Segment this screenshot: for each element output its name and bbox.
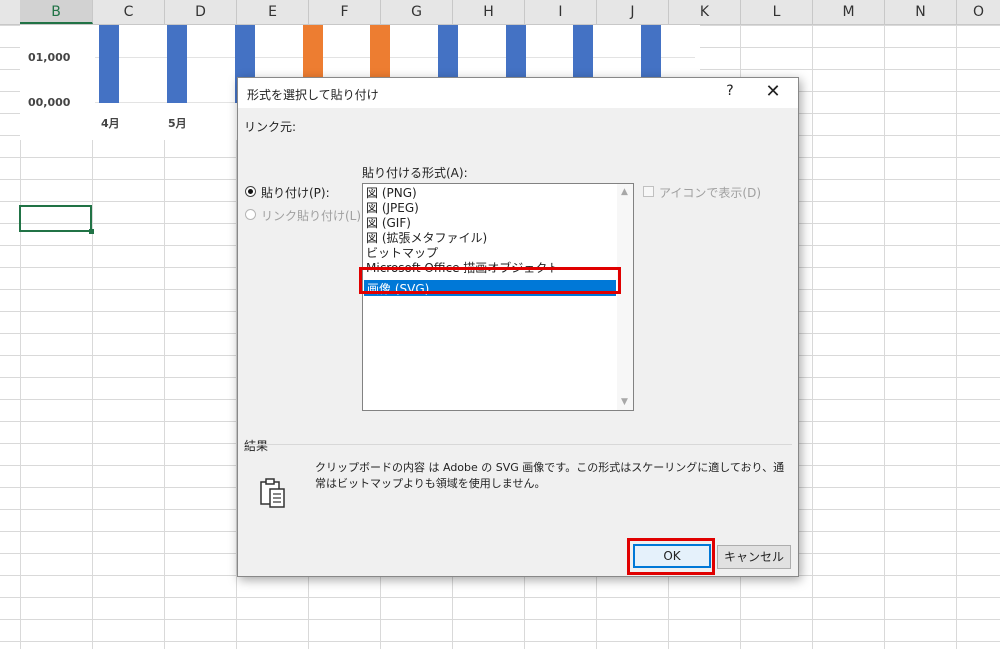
column-header-bar: B C D E F G H I J K L M N O [0, 0, 1000, 25]
column-header-g[interactable]: G [381, 0, 453, 24]
close-button[interactable]: ✕ [762, 81, 784, 102]
selected-format-highlight [359, 267, 621, 294]
column-header-c[interactable]: C [93, 0, 165, 24]
dialog-titlebar[interactable]: 形式を選択して貼り付け ? ✕ [238, 78, 798, 108]
source-label: リンク元: [244, 120, 297, 134]
paste-radio[interactable] [245, 186, 256, 197]
column-header-o[interactable]: O [957, 0, 1000, 24]
result-separator [246, 444, 792, 445]
paste-special-dialog: 形式を選択して貼り付け ? ✕ リンク元: 貼り付ける形式(A): 貼り付け(P… [237, 77, 799, 577]
paste-as-label: 貼り付ける形式(A): [362, 166, 468, 180]
column-header-e[interactable]: E [237, 0, 309, 24]
column-header-l[interactable]: L [741, 0, 813, 24]
column-header-m[interactable]: M [813, 0, 885, 24]
x-tick-label: 4月 [101, 117, 120, 130]
ok-button-highlight [627, 538, 715, 575]
result-description: クリップボードの内容 は Adobe の SVG 画像です。この形式はスケーリン… [315, 461, 785, 490]
x-tick-label: 5月 [168, 117, 187, 130]
y-tick-label: 00,000 [28, 96, 71, 109]
cancel-button[interactable]: キャンセル [717, 545, 791, 569]
clipboard-icon [260, 478, 285, 508]
display-as-icon-checkbox[interactable] [643, 186, 654, 197]
paste-link-radio-label[interactable]: リンク貼り付け(L): [261, 207, 365, 224]
column-header-n[interactable]: N [885, 0, 957, 24]
scroll-up-icon[interactable]: ▲ [621, 187, 628, 197]
column-header-j[interactable]: J [597, 0, 669, 24]
column-header-h[interactable]: H [453, 0, 525, 24]
help-button[interactable]: ? [722, 83, 738, 99]
chart-bar [99, 25, 119, 103]
column-header-d[interactable]: D [165, 0, 237, 24]
column-header-f[interactable]: F [309, 0, 381, 24]
chart-bar [167, 25, 187, 103]
paste-link-radio[interactable] [245, 209, 256, 220]
dialog-title: 形式を選択して貼り付け [247, 88, 379, 102]
result-label: 結果 [244, 439, 269, 453]
y-tick-label: 01,000 [28, 51, 71, 64]
active-cell-selection[interactable] [19, 205, 94, 234]
column-header-k[interactable]: K [669, 0, 741, 24]
display-as-icon-label[interactable]: アイコンで表示(D) [659, 184, 761, 201]
paste-radio-label[interactable]: 貼り付け(P): [261, 184, 330, 201]
scroll-down-icon[interactable]: ▼ [621, 397, 628, 407]
column-header-b[interactable]: B [20, 0, 93, 24]
format-listbox[interactable]: 図 (PNG) 図 (JPEG) 図 (GIF) 図 (拡張メタファイル) ビッ… [362, 183, 634, 411]
listbox-scrollbar[interactable]: ▲ ▼ [617, 184, 633, 410]
column-header-i[interactable]: I [525, 0, 597, 24]
